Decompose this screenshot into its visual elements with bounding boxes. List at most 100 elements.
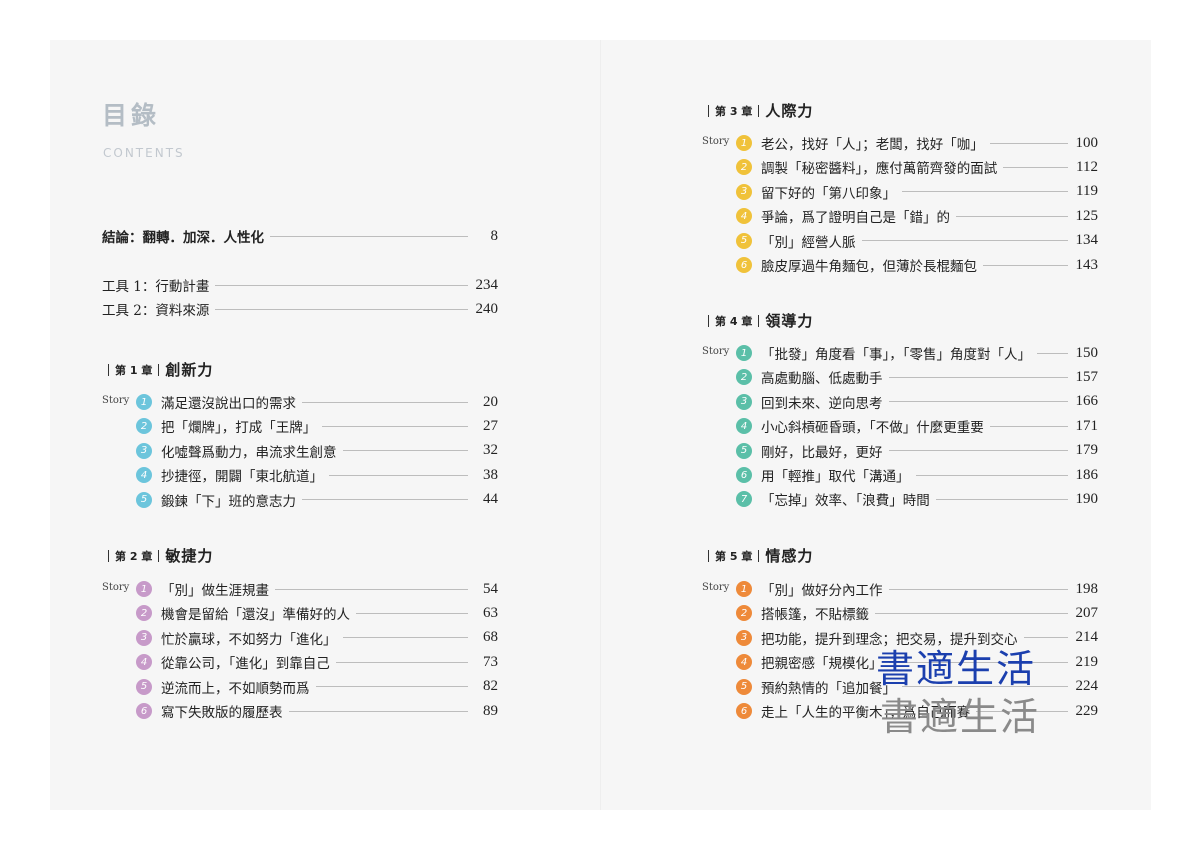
page-number: 229 bbox=[1075, 702, 1099, 719]
story-number-badge: 5 bbox=[736, 678, 752, 695]
page-number: 134 bbox=[1075, 232, 1099, 249]
story-number-badge: 1 bbox=[736, 345, 752, 361]
toc-entry[interactable]: 抄捷徑，開闢「東北航道」 38 bbox=[161, 465, 498, 486]
story-number-badge: 3 bbox=[136, 629, 152, 646]
chapter-name: 創新力 bbox=[165, 361, 214, 379]
chapter-name: 人際力 bbox=[765, 102, 814, 120]
dotted-leader bbox=[888, 401, 1068, 403]
toc-entry[interactable]: 留下好的「第八印象」 119 bbox=[761, 182, 1098, 202]
dotted-leader bbox=[302, 401, 468, 403]
dotted-leader bbox=[356, 612, 468, 614]
entry-title: 搭帳篷，不貼標籤 bbox=[761, 607, 869, 624]
entry-title: 「別」做生涯規畫 bbox=[161, 583, 269, 599]
page-number: 186 bbox=[1075, 466, 1099, 483]
heading-bar bbox=[108, 363, 109, 376]
dotted-leader bbox=[270, 235, 468, 237]
toc-entry[interactable]: 剛好，比最好，更好 179 bbox=[761, 441, 1098, 461]
toc-entry[interactable]: 逆流而上，不如順勢而爲 82 bbox=[161, 677, 498, 697]
entry-title: 「忘掉」效率、「浪費」時間 bbox=[761, 493, 930, 510]
story-number-badge: 3 bbox=[736, 393, 752, 410]
page-number: 44 bbox=[483, 491, 498, 508]
story-number-badge: 6 bbox=[736, 703, 752, 719]
toc-entry[interactable]: 從靠公司，「進化」到靠自己 73 bbox=[161, 652, 498, 673]
entry-title: 逆流而上，不如順勢而爲 bbox=[161, 680, 310, 697]
entry-title: 鍛鍊「下」班的意志力 bbox=[161, 493, 296, 510]
toc-entry[interactable]: 鍛鍊「下」班的意志力 44 bbox=[161, 490, 498, 510]
toc-entry[interactable]: 臉皮厚過牛角麵包，但薄於長棍麵包 143 bbox=[761, 255, 1099, 276]
page-number: 214 bbox=[1075, 629, 1099, 646]
toc-entry[interactable]: 化噓聲爲動力，串流求生創意 32 bbox=[161, 441, 498, 461]
entry-title: 滿足還沒說出口的需求 bbox=[161, 396, 296, 412]
entry-title: 把親密感「規模化」 bbox=[761, 656, 883, 673]
chapter-number: 第 3 章 bbox=[715, 104, 753, 118]
page-number: 73 bbox=[483, 653, 498, 670]
entry-title: 高處動腦、低處動手 bbox=[761, 371, 883, 388]
toc-entry[interactable]: 「忘掉」效率、「浪費」時間 190 bbox=[761, 489, 1099, 510]
entry-title: 從靠公司，「進化」到靠自己 bbox=[161, 656, 330, 673]
page-number: 234 bbox=[475, 276, 499, 293]
toc-entry[interactable]: 「批發」角度看「事」，「零售」角度對「人」 150 bbox=[761, 343, 1098, 364]
heading-bar bbox=[158, 549, 160, 562]
toc-entry[interactable]: 機會是留給「還沒」準備好的人 63 bbox=[161, 603, 498, 624]
page-number: 207 bbox=[1075, 604, 1099, 621]
entry-title: 老公，找好「人」；老闆，找好「咖」 bbox=[761, 137, 984, 153]
toc-entry[interactable]: 「別」做好分內工作 198 bbox=[761, 579, 1099, 600]
entry-title: 機會是留給「還沒」準備好的人 bbox=[161, 607, 350, 624]
page-number: 89 bbox=[483, 702, 498, 719]
story-label: Story bbox=[702, 582, 730, 593]
story-number-badge: 1 bbox=[736, 581, 752, 597]
chapter-number: 第 1 章 bbox=[115, 363, 153, 377]
toc-entry-conclusion[interactable]: 結論：翻轉．加深．人性化 8 bbox=[102, 226, 498, 247]
entry-title: 「別」做好分內工作 bbox=[761, 583, 883, 599]
dotted-leader bbox=[302, 499, 468, 501]
story-label: Story bbox=[102, 395, 130, 406]
toc-entry[interactable]: 忙於贏球，不如努力「進化」 68 bbox=[161, 628, 498, 648]
dotted-leader bbox=[288, 710, 468, 712]
story-number-badge: 3 bbox=[736, 629, 752, 646]
toc-entry[interactable]: 滿足還沒說出口的需求 20 bbox=[161, 392, 498, 413]
toc-entry[interactable]: 寫下失敗版的履歷表 89 bbox=[161, 701, 498, 722]
chapter-number: 第 5 章 bbox=[715, 549, 753, 563]
toc-entry[interactable]: 小心斜槓砸昏頭，「不做」什麼更重要 171 bbox=[761, 416, 1098, 437]
page-number: 224 bbox=[1075, 678, 1099, 695]
dotted-leader bbox=[215, 284, 468, 286]
entry-title: 化噓聲爲動力，串流求生創意 bbox=[161, 444, 337, 461]
page-number: 119 bbox=[1076, 183, 1098, 200]
toc-entry[interactable]: 老公，找好「人」；老闆，找好「咖」 100 bbox=[761, 133, 1098, 154]
page-number: 143 bbox=[1075, 256, 1099, 273]
entry-title: 工具 1：行動計畫 bbox=[102, 279, 210, 295]
story-number-badge: 5 bbox=[736, 232, 752, 249]
toc-entry-tool-2[interactable]: 工具 2：資料來源 240 bbox=[102, 299, 498, 320]
toc-entry[interactable]: 用「輕推」取代「溝通」 186 bbox=[761, 465, 1099, 486]
dotted-leader bbox=[322, 425, 468, 427]
page-number: 38 bbox=[483, 466, 498, 483]
toc-entry-tool-1[interactable]: 工具 1：行動計畫 234 bbox=[102, 275, 499, 296]
chapter-name: 敏捷力 bbox=[165, 547, 214, 565]
dotted-leader bbox=[1003, 166, 1068, 168]
dotted-leader bbox=[888, 588, 1068, 590]
watermark-secondary: 書適生活 bbox=[880, 695, 1041, 739]
page-fold bbox=[600, 40, 601, 810]
dotted-leader bbox=[888, 450, 1068, 452]
toc-entry[interactable]: 調製「秘密醬料」，應付萬箭齊發的面試 112 bbox=[761, 157, 1098, 178]
page-number: 190 bbox=[1075, 490, 1099, 507]
toc-entry[interactable]: 「別」做生涯規畫 54 bbox=[161, 579, 498, 600]
entry-title: 「別」經營人脈 bbox=[761, 234, 856, 251]
dotted-leader bbox=[915, 474, 1068, 476]
toc-entry[interactable]: 高處動腦、低處動手 157 bbox=[761, 367, 1098, 388]
toc-entry[interactable]: 搭帳篷，不貼標籤 207 bbox=[761, 603, 1099, 624]
page-number: 198 bbox=[1075, 580, 1099, 597]
toc-entry[interactable]: 「別」經營人脈 134 bbox=[761, 231, 1098, 251]
dotted-leader bbox=[989, 142, 1068, 144]
page-number: 68 bbox=[483, 629, 498, 646]
entry-title: 爭論，爲了證明自己是「錯」的 bbox=[761, 210, 950, 227]
toc-entry[interactable]: 回到未來、逆向思考 166 bbox=[761, 392, 1098, 412]
entry-title: 調製「秘密醬料」，應付萬箭齊發的面試 bbox=[761, 161, 998, 178]
dotted-leader bbox=[935, 498, 1068, 500]
story-label: Story bbox=[102, 582, 130, 593]
page-number: 219 bbox=[1075, 653, 1099, 670]
toc-entry[interactable]: 爭論，爲了證明自己是「錯」的 125 bbox=[761, 206, 1098, 227]
toc-entry[interactable]: 把「爛牌」，打成「王牌」 27 bbox=[161, 416, 498, 437]
dotted-leader bbox=[875, 612, 1068, 614]
heading-bar bbox=[708, 104, 709, 117]
